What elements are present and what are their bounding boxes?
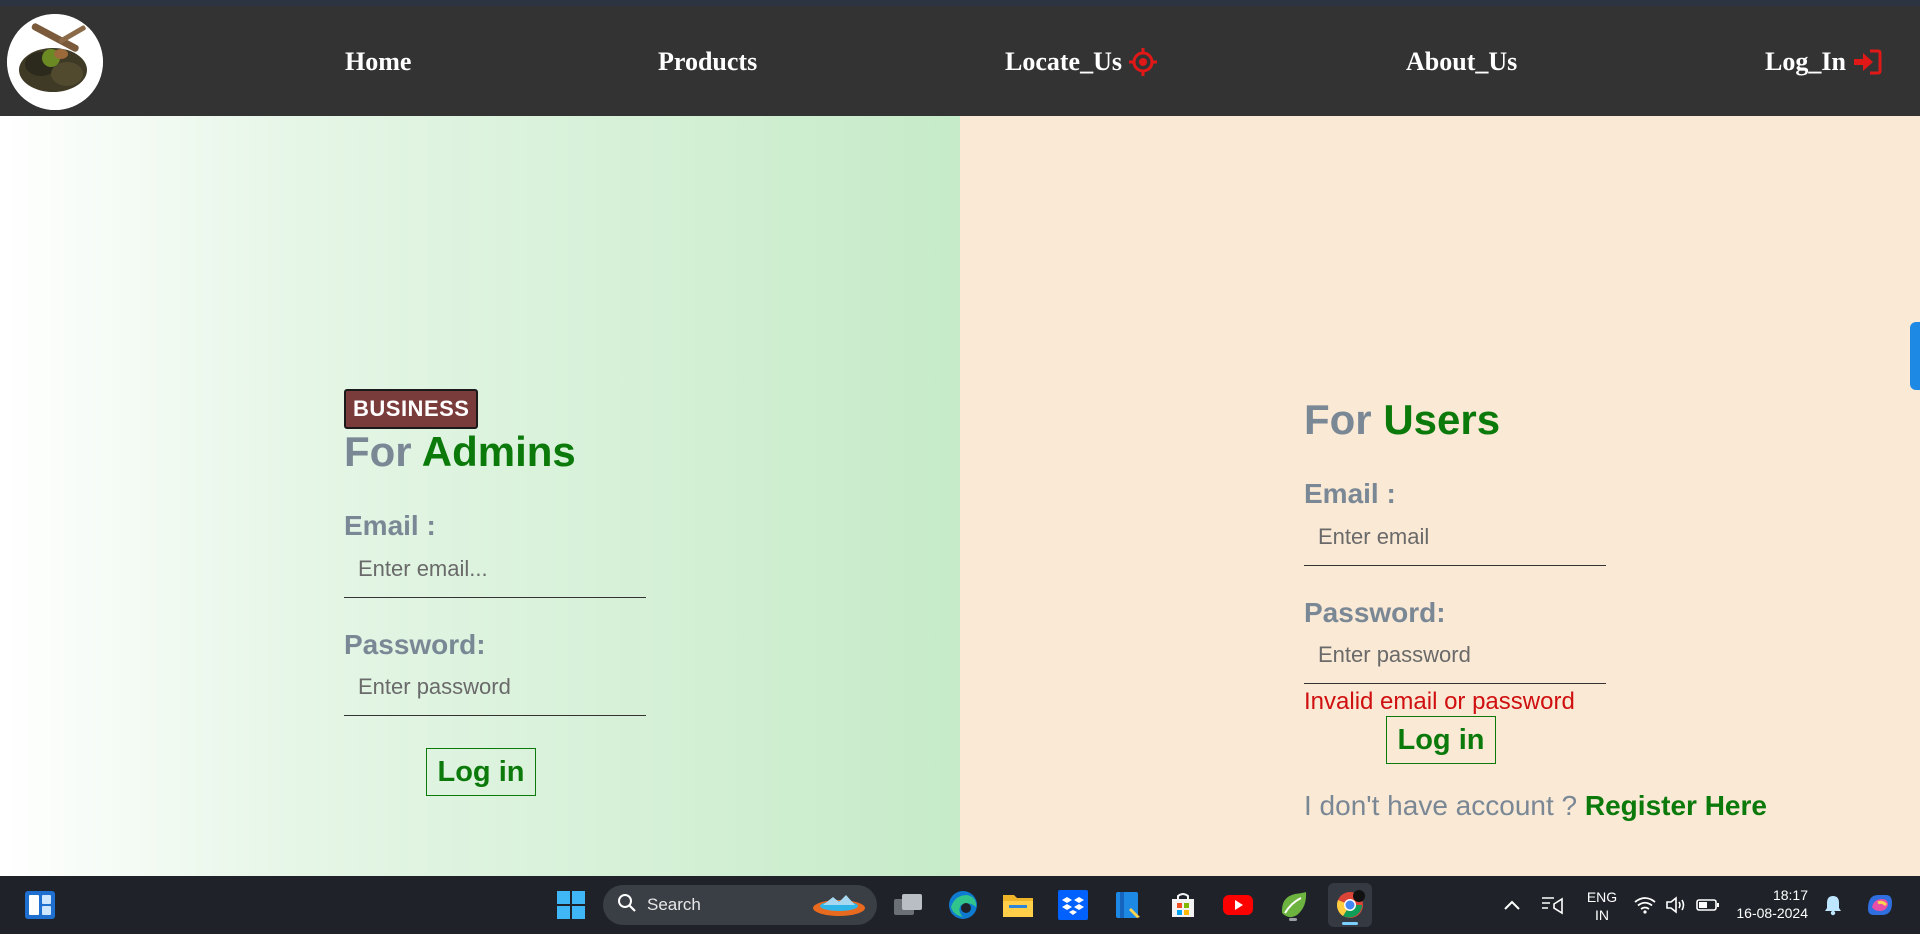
side-scroll-tab[interactable] [1910, 322, 1920, 390]
search-icon [617, 893, 637, 918]
wifi-icon[interactable] [1632, 887, 1658, 923]
user-heading: For Users [1304, 396, 1500, 444]
copilot-icon[interactable] [1862, 887, 1898, 923]
clock-time: 18:17 [1772, 887, 1808, 903]
edge-browser-icon[interactable] [945, 887, 981, 923]
chrome-browser-icon[interactable] [1328, 883, 1372, 927]
admin-password-input[interactable] [344, 658, 646, 716]
admin-email-label: Email : [344, 510, 436, 541]
app-running-indicator [1289, 918, 1297, 921]
site-logo[interactable] [7, 14, 103, 110]
admin-login-button[interactable]: Log in [426, 748, 536, 796]
register-prompt-text: I don't have account ? [1304, 790, 1578, 821]
navbar: Home Products Locate_Us About_Us Log_In [0, 6, 1920, 116]
nav-home[interactable]: Home [345, 44, 411, 80]
taskbar-search[interactable]: Search [603, 885, 877, 925]
nav-locate-us[interactable]: Locate_Us [1005, 44, 1158, 80]
show-hidden-icons-chevron-icon[interactable] [1494, 887, 1530, 923]
user-heading-accent: Users [1383, 396, 1501, 443]
admin-heading: For Admins [344, 428, 576, 476]
language-code: ENG [1586, 889, 1618, 905]
nav-products[interactable]: Products [658, 44, 757, 80]
clock-date: 16-08-2024 [1736, 905, 1808, 921]
sign-in-icon [1852, 47, 1882, 77]
register-link[interactable]: Register Here [1585, 790, 1767, 821]
youtube-icon[interactable] [1220, 887, 1256, 923]
file-explorer-icon[interactable] [1000, 887, 1036, 923]
user-password-label: Password: [1304, 597, 1446, 628]
widgets-icon[interactable] [22, 887, 58, 923]
user-login-button[interactable]: Log in [1386, 716, 1496, 764]
app-active-indicator [1342, 922, 1358, 925]
battery-icon[interactable] [1694, 887, 1722, 923]
login-error-message: Invalid email or password [1304, 688, 1575, 715]
nav-about-us[interactable]: About_Us [1406, 44, 1517, 80]
nav-about-us-label: About_Us [1406, 47, 1518, 76]
crosshairs-icon [1128, 47, 1158, 77]
nav-home-label: Home [345, 47, 412, 76]
admin-password-label: Password: [344, 629, 486, 660]
region-code: IN [1595, 907, 1609, 923]
admin-heading-prefix: For [344, 428, 412, 475]
dropbox-icon[interactable] [1055, 887, 1091, 923]
search-highlight-icon [811, 891, 867, 924]
user-email-input[interactable] [1304, 508, 1606, 566]
user-password-input[interactable] [1304, 626, 1606, 684]
volume-icon[interactable] [1663, 887, 1689, 923]
notification-bell-icon[interactable] [1818, 887, 1848, 923]
notes-app-icon[interactable] [1110, 887, 1146, 923]
start-windows-icon[interactable] [553, 887, 589, 923]
task-view-icon[interactable] [890, 887, 926, 923]
nav-log-in[interactable]: Log_In [1765, 44, 1882, 80]
language-indicator[interactable]: ENG IN [1582, 888, 1622, 924]
nav-products-label: Products [658, 47, 758, 76]
register-prompt: I don't have account ? Register Here [1304, 790, 1767, 822]
clock[interactable]: 18:17 16-08-2024 [1732, 886, 1808, 922]
microsoft-store-icon[interactable] [1165, 887, 1201, 923]
user-email-label: Email : [1304, 478, 1396, 509]
admin-email-input[interactable] [344, 540, 646, 598]
touch-keyboard-icon[interactable] [1534, 887, 1570, 923]
nav-locate-us-label: Locate_Us [1005, 47, 1122, 76]
nav-log-in-label: Log_In [1765, 47, 1846, 76]
user-heading-prefix: For [1304, 396, 1372, 443]
spring-tool-icon[interactable] [1275, 887, 1311, 923]
search-label: Search [647, 895, 701, 914]
windows-taskbar: Search ENG IN 18:17 16-08-2024 [0, 876, 1920, 934]
business-badge: BUSINESS [344, 389, 479, 429]
admin-heading-accent: Admins [421, 428, 576, 475]
